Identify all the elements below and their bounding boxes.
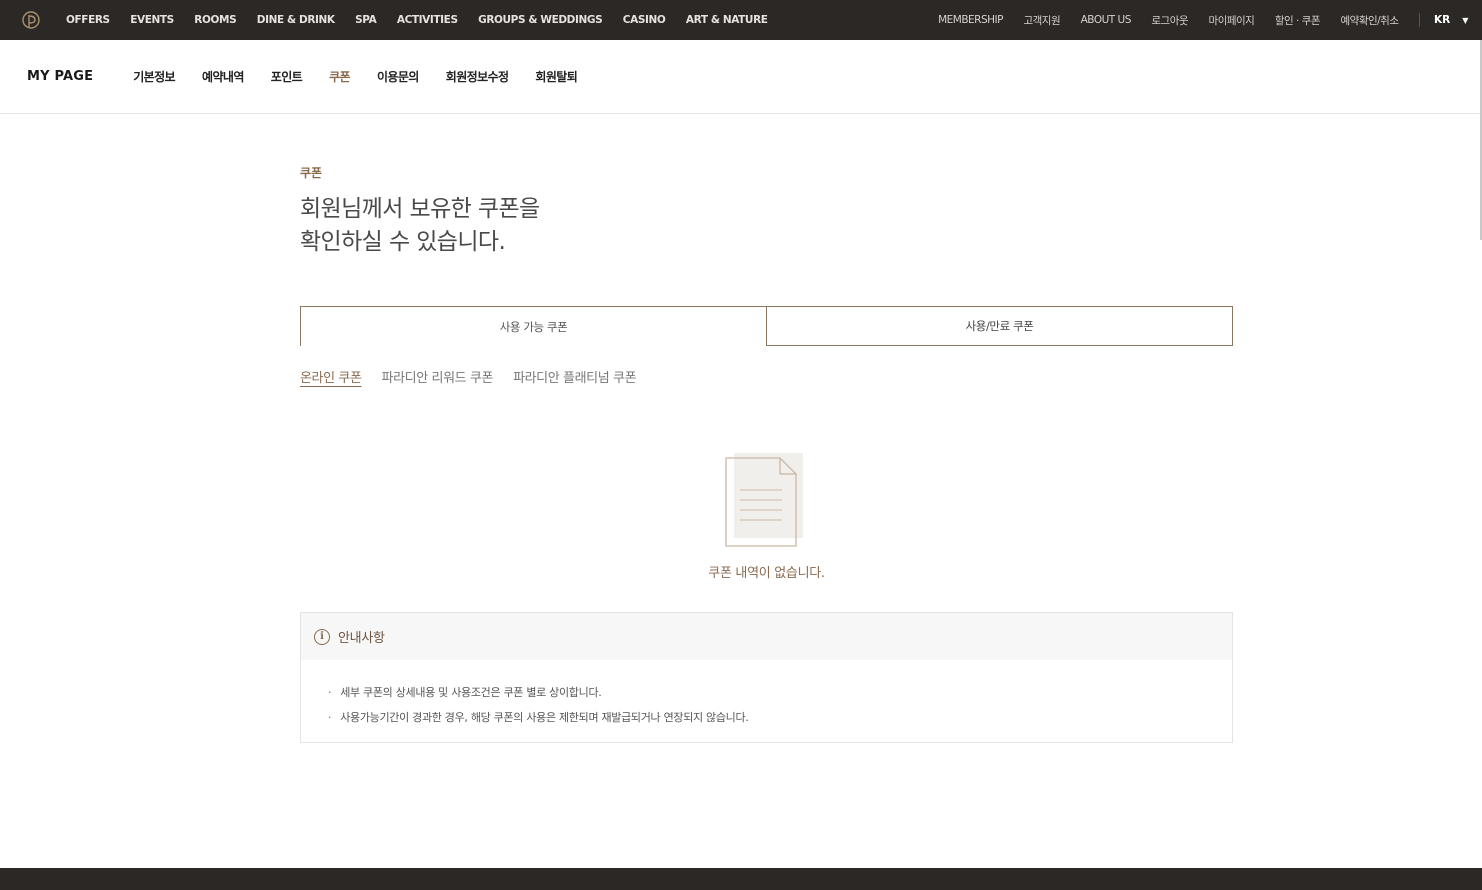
notice-item: · 사용가능기간이 경과한 경우, 해당 쿠폰의 사용은 제한되며 재발급되거나… bbox=[328, 705, 1232, 730]
subnav-points[interactable]: 포인트 bbox=[271, 68, 303, 85]
nav-events[interactable]: EVENTS bbox=[130, 14, 174, 26]
top-navigation-bar: OFFERS EVENTS ROOMS DINE & DRINK SPA ACT… bbox=[0, 0, 1482, 40]
bullet-icon: · bbox=[328, 686, 332, 699]
notice-text: 세부 쿠폰의 상세내용 및 사용조건은 쿠폰 별로 상이합니다. bbox=[340, 686, 602, 699]
nav-art-nature[interactable]: ART & NATURE bbox=[686, 14, 768, 26]
subnav-coupons[interactable]: 쿠폰 bbox=[329, 68, 350, 85]
document-icon bbox=[724, 450, 806, 552]
coupon-subtabs: 온라인 쿠폰 파라디안 리워드 쿠폰 파라디안 플래티넘 쿠폰 bbox=[300, 367, 656, 386]
util-logout[interactable]: 로그아웃 bbox=[1151, 13, 1188, 28]
subnav-withdraw[interactable]: 회원탈퇴 bbox=[535, 68, 577, 85]
empty-message: 쿠폰 내역이 없습니다. bbox=[708, 566, 825, 581]
nav-casino[interactable]: CASINO bbox=[623, 14, 666, 26]
util-customer-support[interactable]: 고객지원 bbox=[1023, 13, 1060, 28]
coupon-tabs: 사용 가능 쿠폰 사용/만료 쿠폰 bbox=[300, 306, 1233, 346]
mypage-subnav: MY PAGE 기본정보 예약내역 포인트 쿠폰 이용문의 회원정보수정 회원탈… bbox=[0, 40, 1482, 114]
subtab-online-coupon[interactable]: 온라인 쿠폰 bbox=[300, 367, 362, 386]
subnav-reservations[interactable]: 예약내역 bbox=[202, 68, 244, 85]
language-label: KR bbox=[1434, 14, 1451, 26]
utility-nav: MEMBERSHIP 고객지원 ABOUT US 로그아웃 마이페이지 할인 ·… bbox=[938, 0, 1482, 40]
notice-body: · 세부 쿠폰의 상세내용 및 사용조건은 쿠폰 별로 상이합니다. · 사용가… bbox=[301, 660, 1232, 730]
page-headline: 회원님께서 보유한 쿠폰을 확인하실 수 있습니다. bbox=[300, 196, 540, 255]
nav-activities[interactable]: ACTIVITIES bbox=[397, 14, 458, 26]
util-discount-coupon[interactable]: 할인 · 쿠폰 bbox=[1275, 13, 1321, 28]
util-membership[interactable]: MEMBERSHIP bbox=[938, 14, 1003, 26]
bullet-icon: · bbox=[328, 711, 332, 724]
subnav-basic-info[interactable]: 기본정보 bbox=[133, 68, 175, 85]
notice-title: 안내사항 bbox=[338, 631, 385, 646]
util-mypage[interactable]: 마이페이지 bbox=[1209, 13, 1255, 28]
notice-box: i 안내사항 · 세부 쿠폰의 상세내용 및 사용조건은 쿠폰 별로 상이합니다… bbox=[300, 612, 1233, 743]
subnav-edit-profile[interactable]: 회원정보수정 bbox=[446, 68, 509, 85]
language-selector[interactable]: KR ▼ bbox=[1419, 13, 1482, 27]
subtab-paradian-platinum-coupon[interactable]: 파라디안 플래티넘 쿠폰 bbox=[513, 367, 636, 386]
footer-bar bbox=[0, 868, 1482, 890]
paradise-logo-icon[interactable] bbox=[0, 0, 66, 40]
tab-used-expired-coupons[interactable]: 사용/만료 쿠폰 bbox=[767, 306, 1233, 346]
info-icon: i bbox=[314, 628, 330, 645]
caret-down-icon: ▼ bbox=[1462, 15, 1469, 25]
nav-dine-drink[interactable]: DINE & DRINK bbox=[257, 14, 335, 26]
nav-groups-weddings[interactable]: GROUPS & WEDDINGS bbox=[478, 14, 603, 26]
notice-item: · 세부 쿠폰의 상세내용 및 사용조건은 쿠폰 별로 상이합니다. bbox=[328, 680, 1232, 705]
util-reservation-check[interactable]: 예약확인/취소 bbox=[1341, 13, 1400, 28]
nav-spa[interactable]: SPA bbox=[355, 14, 377, 26]
notice-text: 사용가능기간이 경과한 경우, 해당 쿠폰의 사용은 제한되며 재발급되거나 연… bbox=[340, 711, 749, 724]
section-label: 쿠폰 bbox=[300, 166, 323, 180]
mypage-title: MY PAGE bbox=[27, 69, 94, 84]
notice-header: i 안내사항 bbox=[301, 613, 1232, 660]
nav-offers[interactable]: OFFERS bbox=[66, 14, 110, 26]
subtab-paradian-reward-coupon[interactable]: 파라디안 리워드 쿠폰 bbox=[382, 367, 494, 386]
subnav-inquiries[interactable]: 이용문의 bbox=[377, 68, 419, 85]
tab-available-coupons[interactable]: 사용 가능 쿠폰 bbox=[300, 306, 767, 346]
main-nav: OFFERS EVENTS ROOMS DINE & DRINK SPA ACT… bbox=[66, 0, 788, 40]
util-about-us[interactable]: ABOUT US bbox=[1081, 14, 1132, 26]
nav-rooms[interactable]: ROOMS bbox=[194, 14, 236, 26]
